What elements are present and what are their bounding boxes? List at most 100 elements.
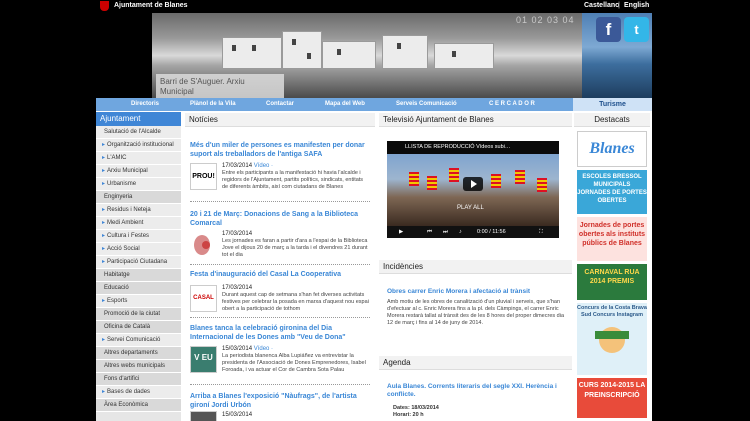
news-column: Notícies Més d'un miler de persones es m…: [185, 113, 375, 421]
blanes-banner[interactable]: Blanes: [577, 131, 647, 167]
lang-separator: |: [618, 2, 620, 9]
nav-mapa-web[interactable]: Mapa del Web: [325, 101, 365, 107]
news-date-text: 17/03/2014: [222, 163, 253, 169]
volume-icon[interactable]: ♪: [459, 226, 462, 238]
instagram-contest-banner[interactable]: Concurs de la Costa Brava Sud Concurs In…: [577, 303, 647, 375]
sidebar-item[interactable]: Participació Ciutadana: [96, 256, 181, 269]
playlist-bar[interactable]: LLISTA DE REPRODUCCIÓ Vídeos subi…: [387, 141, 559, 154]
banner-caption: Barri de S'Auguer. Arxiu Municipal: [156, 74, 284, 98]
sidebar-item[interactable]: Salutació de l'Alcalde: [96, 126, 181, 139]
news-date-text: 15/03/2014: [222, 346, 253, 352]
news-item[interactable]: Blanes tanca la celebració gironina del …: [190, 324, 370, 342]
news-item[interactable]: Més d'un miler de persones es manifesten…: [190, 141, 370, 159]
sidebar-item[interactable]: L'AMIC: [96, 152, 181, 165]
video-controls[interactable]: ▶ ⏮ ⏭ ♪ 0:00 / 11:56 ⛶: [387, 226, 559, 238]
escoles-bressol-banner[interactable]: ESCOLES BRESSOL MUNICIPALS JORNADES DE P…: [577, 170, 647, 214]
sidebar: Ajuntament Salutació de l'AlcaldeOrganit…: [96, 112, 181, 421]
video-player[interactable]: LLISTA DE REPRODUCCIÓ Vídeos subi… PLAY …: [387, 141, 559, 238]
news-thumbnail[interactable]: [190, 411, 217, 421]
top-bar: Ajuntament de Blanes Castellano | Englis…: [96, 0, 652, 13]
sidebar-item[interactable]: Medi Ambient: [96, 217, 181, 230]
sidebar-title: Ajuntament: [96, 112, 181, 126]
banner-slide-counter[interactable]: 01 02 03 04: [516, 15, 575, 25]
sidebar-item[interactable]: Urbanisme: [96, 178, 181, 191]
sidebar-item[interactable]: Àrea Econòmica: [96, 399, 181, 412]
facebook-icon[interactable]: f: [596, 17, 621, 42]
sidebar-item[interactable]: Residus i Neteja: [96, 204, 181, 217]
tv-heading: Televisió Ajuntament de Blanes: [379, 113, 572, 127]
nav-cercador[interactable]: C E R C A D O R: [489, 101, 535, 107]
agenda-dates: Dates: 18/03/2014: [393, 405, 439, 411]
prev-icon[interactable]: ⏮: [427, 226, 432, 238]
news-item[interactable]: Arriba a Blanes l'exposició "Nàufrags", …: [190, 392, 370, 410]
sidebar-item[interactable]: Promoció de la ciutat: [96, 308, 181, 321]
mask-band: [595, 331, 629, 339]
site-name[interactable]: Ajuntament de Blanes: [114, 2, 188, 9]
sidebar-item[interactable]: Oficina de Català: [96, 321, 181, 334]
preinscripcio-banner[interactable]: CURS 2014-2015 LA PREINSCRIPCIÓ: [577, 378, 647, 418]
lang-english-link[interactable]: English: [624, 2, 649, 9]
nav-contactar[interactable]: Contactar: [266, 101, 294, 107]
nav-turisme[interactable]: Turisme: [573, 98, 652, 111]
sidebar-item[interactable]: Arxiu Municipal: [96, 165, 181, 178]
separator: [190, 201, 370, 202]
news-title[interactable]: Festa d'inauguració del Casal La Coopera…: [190, 270, 370, 279]
thumb-text: CASAL: [193, 295, 214, 301]
sidebar-item[interactable]: Bases de dades: [96, 386, 181, 399]
news-title[interactable]: Arriba a Blanes l'exposició "Nàufrags", …: [190, 392, 370, 410]
lang-castellano-link[interactable]: Castellano: [584, 2, 619, 9]
next-icon[interactable]: ⏭: [443, 226, 448, 238]
sidebar-item[interactable]: Organització institucional: [96, 139, 181, 152]
agenda-heading: Agenda: [379, 356, 572, 370]
agenda-item-title[interactable]: Aula Blanes. Corrents literaris del segl…: [387, 383, 567, 399]
news-heading: Notícies: [185, 113, 375, 127]
incidencies-heading: Incidències: [379, 260, 572, 274]
twitter-icon[interactable]: t: [624, 17, 649, 42]
news-body: Entre els participants a la manifestació…: [222, 170, 364, 190]
portes-obertes-banner[interactable]: Jornades de portes obertes als instituts…: [577, 217, 647, 261]
sidebar-item[interactable]: Altres webs municipals: [96, 360, 181, 373]
carnaval-banner[interactable]: CARNAVAL RUA 2014 PREMIS: [577, 264, 647, 300]
page: Ajuntament de Blanes Castellano | Englis…: [96, 0, 652, 421]
agenda-horari: Horari: 20 h: [393, 412, 424, 418]
sidebar-item[interactable]: Acció Social: [96, 243, 181, 256]
news-thumbnail[interactable]: V EU: [190, 346, 217, 373]
sidebar-item[interactable]: Altres departaments: [96, 347, 181, 360]
news-item[interactable]: 20 i 21 de Març: Donacions de Sang a la …: [190, 210, 370, 228]
sidebar-item[interactable]: Educació: [96, 282, 181, 295]
incidencia-title[interactable]: Obres carrer Enric Morera i afectació al…: [387, 288, 567, 296]
sidebar-item[interactable]: Enginyeria: [96, 191, 181, 204]
separator: [190, 264, 370, 265]
news-date: 17/03/2014 Vídeo ·: [222, 163, 273, 169]
fullscreen-icon[interactable]: ⛶: [539, 226, 543, 238]
play-control-icon[interactable]: ▶: [399, 226, 403, 238]
news-body: La periodista blanenca Alba Lupiáñez va …: [222, 353, 366, 373]
news-body: Les jornades es faran a partir d'ara a l…: [222, 238, 368, 258]
banner: Barri de S'Auguer. Arxiu Municipal 01 02…: [96, 13, 652, 98]
sidebar-item[interactable]: Cultura i Festes: [96, 230, 181, 243]
shield-logo-icon: [100, 1, 109, 11]
video-link[interactable]: Vídeo ·: [254, 346, 273, 352]
news-date: 17/03/2014: [222, 231, 253, 237]
sidebar-item[interactable]: Habitatge: [96, 269, 181, 282]
news-title[interactable]: 20 i 21 de Març: Donacions de Sang a la …: [190, 210, 370, 228]
news-item[interactable]: Festa d'inauguració del Casal La Coopera…: [190, 270, 370, 279]
nav-planol[interactable]: Plànol de la Vila: [190, 101, 236, 107]
news-thumbnail[interactable]: CASAL: [190, 285, 217, 312]
video-link[interactable]: Vídeo ·: [254, 163, 273, 169]
sidebar-item[interactable]: Esports: [96, 295, 181, 308]
news-thumbnail[interactable]: PROU!: [190, 163, 217, 190]
news-date: 15/03/2014: [222, 412, 253, 418]
tv-column: Televisió Ajuntament de Blanes LLISTA DE…: [379, 113, 572, 421]
main-nav: Directoris Plànol de la Vila Contactar M…: [96, 98, 652, 111]
nav-directoris[interactable]: Directoris: [131, 101, 159, 107]
sidebar-item[interactable]: Servei Comunicació: [96, 334, 181, 347]
play-icon[interactable]: [463, 177, 483, 191]
nav-serveis-comunicacio[interactable]: Serveis Comunicació: [396, 101, 457, 107]
news-title[interactable]: Blanes tanca la celebració gironina del …: [190, 324, 370, 342]
play-all-button[interactable]: PLAY ALL: [457, 205, 484, 211]
news-title[interactable]: Més d'un miler de persones es manifesten…: [190, 141, 370, 159]
separator: [190, 317, 370, 318]
sidebar-item[interactable]: Fons d'artifici: [96, 373, 181, 386]
blood-drop-icon[interactable]: [190, 231, 217, 258]
